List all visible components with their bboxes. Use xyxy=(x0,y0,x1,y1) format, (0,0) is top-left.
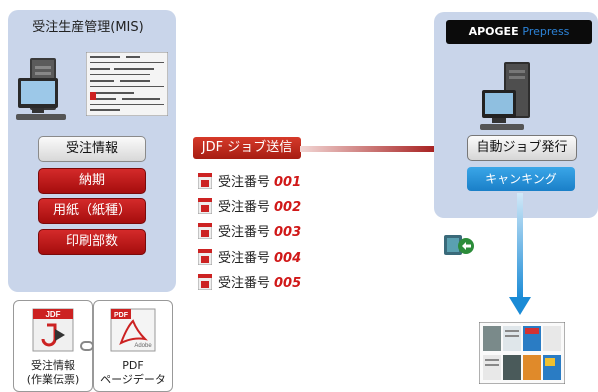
adobe-logo-text: Adobe xyxy=(134,343,152,349)
jdf-file-label-2: (作業伝票) xyxy=(26,373,80,386)
jdf-send-label: JDF ジョブ送信 xyxy=(193,137,301,159)
pdf-file-label-2: ページデータ xyxy=(100,373,166,386)
apogee-brand-accent: Prepress xyxy=(522,25,570,38)
output-flow-arrow xyxy=(509,193,531,315)
order-number: 002 xyxy=(274,200,302,215)
order-number: 004 xyxy=(274,251,302,266)
pdf-document-icon: PDF Adobe xyxy=(110,308,156,352)
order-item-002: 受注番号 002 xyxy=(198,196,302,215)
mis-title: 受注生産管理(MIS) xyxy=(32,20,144,35)
jdf-file-icon xyxy=(198,173,212,189)
jdf-badge-text: JDF xyxy=(45,310,60,319)
jdf-file-icon xyxy=(198,198,212,214)
apogee-logo: APOGEE Prepress xyxy=(446,20,592,44)
order-number: 003 xyxy=(274,225,302,240)
order-item-004: 受注番号 004 xyxy=(198,247,302,266)
order-number: 005 xyxy=(274,276,302,291)
order-item-003: 受注番号 003 xyxy=(198,221,302,240)
mis-computer-icon xyxy=(16,58,66,120)
order-label: 受注番号 xyxy=(218,175,271,190)
order-label: 受注番号 xyxy=(218,251,271,266)
jdf-file-label-1: 受注情報 xyxy=(31,359,75,372)
cancel-button[interactable]: キャンキング xyxy=(467,167,575,191)
order-label: 受注番号 xyxy=(218,225,271,240)
order-label: 受注番号 xyxy=(218,200,271,215)
auto-job-button[interactable]: 自動ジョブ発行 xyxy=(467,135,577,161)
order-item-005: 受注番号 005 xyxy=(198,272,302,291)
mis-document-icon xyxy=(86,52,168,116)
order-info-button[interactable]: 受注情報 xyxy=(38,136,146,162)
imposition-sheet-icon xyxy=(479,322,565,384)
print-quantity-button[interactable]: 印刷部数 xyxy=(38,229,146,255)
pdf-badge-text: PDF xyxy=(114,312,129,319)
order-item-001: 受注番号 001 xyxy=(198,171,302,190)
pdf-file-card[interactable]: PDF Adobe PDF ページデータ xyxy=(93,300,173,392)
delivery-date-button[interactable]: 納期 xyxy=(38,168,146,194)
order-number: 001 xyxy=(274,175,302,190)
pdf-file-label-1: PDF xyxy=(122,359,144,372)
jdf-file-icon xyxy=(198,223,212,239)
jdf-file-icon xyxy=(198,274,212,290)
server-computer-icon xyxy=(480,62,530,130)
jdf-document-icon: JDF xyxy=(32,308,74,352)
workflow-icon xyxy=(444,235,474,255)
jdf-file-icon xyxy=(198,249,212,265)
paper-type-button[interactable]: 用紙（紙種） xyxy=(38,198,146,224)
order-label: 受注番号 xyxy=(218,276,271,291)
apogee-brand: APOGEE xyxy=(468,25,519,38)
